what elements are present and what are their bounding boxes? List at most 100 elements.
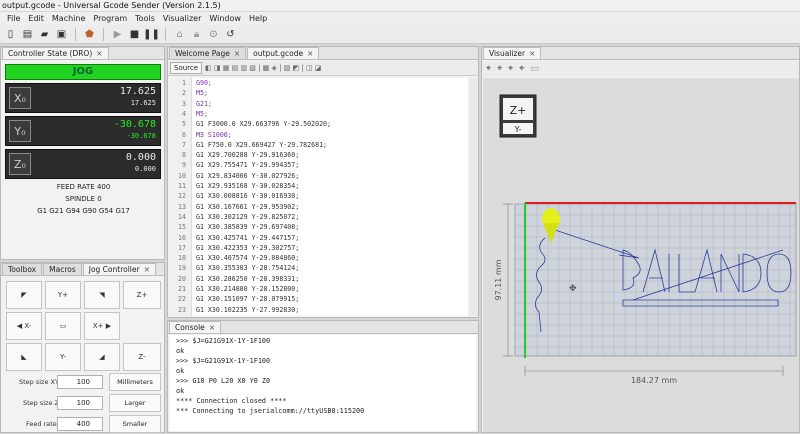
tab-output-gcode[interactable]: output.gcode × bbox=[247, 47, 320, 59]
tab-label: Console bbox=[175, 323, 205, 332]
code-area[interactable]: 1 G90; 2 M5; 3 G21; 4 M5; 5 G1 F3000.0 X29.663796… bbox=[168, 78, 468, 316]
jog-y-minus-button[interactable]: Y- bbox=[45, 343, 81, 371]
jog-x-minus-y-plus-button[interactable]: ◤ bbox=[6, 281, 42, 309]
feed-rate-input[interactable]: 400 bbox=[57, 417, 103, 431]
menu-edit[interactable]: Edit bbox=[24, 14, 48, 23]
jog-x-plus-button[interactable]: X+ ▶ bbox=[84, 312, 120, 340]
visualizer-canvas[interactable]: Z+ Y- ✥ 184.27 mm 97.11 mm bbox=[483, 78, 799, 432]
pause-icon[interactable]: ❚❚ bbox=[143, 28, 160, 41]
close-icon[interactable]: × bbox=[234, 49, 240, 58]
editor-tool-icons[interactable]: ◧ ◨ ▦ ▤ ▥ ▧ | ▩ ◈ | ▨ ◩ | ◫ ◪ bbox=[205, 64, 321, 72]
stop-icon[interactable]: ■ bbox=[128, 28, 141, 41]
toolbar-separator bbox=[103, 27, 104, 41]
jog-x-plus-y-plus-button[interactable]: ◥ bbox=[84, 281, 120, 309]
units-button[interactable]: Millimeters bbox=[109, 373, 161, 391]
gcode-state: G1 G21 G94 G90 G54 G17 bbox=[37, 207, 130, 215]
x-zero-button[interactable]: X₀ bbox=[9, 87, 31, 109]
line-number: 11 bbox=[178, 182, 186, 190]
line-number: 17 bbox=[178, 243, 186, 252]
menu-program[interactable]: Program bbox=[89, 14, 131, 23]
smaller-button[interactable]: Smaller bbox=[109, 415, 161, 433]
line-number: 2 bbox=[182, 89, 186, 98]
y-machine-position: -30.678 bbox=[126, 132, 156, 140]
controller-tabbar: Controller State (DRO) × bbox=[1, 47, 164, 60]
home-icon[interactable]: ⌂ bbox=[173, 28, 186, 41]
line-number: 12 bbox=[178, 192, 186, 201]
jog-center-button[interactable]: ▭ bbox=[45, 312, 81, 340]
z-zero-button[interactable]: Z₀ bbox=[9, 153, 31, 175]
x-plus-label: X+ bbox=[92, 322, 104, 330]
tab-visualizer[interactable]: Visualizer × bbox=[483, 47, 542, 59]
menu-machine[interactable]: Machine bbox=[48, 14, 90, 23]
view-iso-icon[interactable]: ⌖ bbox=[486, 64, 491, 74]
jog-y-plus-button[interactable]: Y+ bbox=[45, 281, 81, 309]
line-number: 3 bbox=[182, 99, 186, 108]
line-number: 23 bbox=[178, 305, 186, 314]
tab-console[interactable]: Console × bbox=[169, 321, 222, 333]
line-number: 8 bbox=[182, 151, 186, 160]
y-minus-label: Y- bbox=[60, 353, 66, 361]
larger-button[interactable]: Larger bbox=[109, 394, 161, 412]
console-line: ok bbox=[176, 387, 185, 395]
console-line: >>> G10 P0 L20 X0 Y0 Z0 bbox=[176, 377, 271, 385]
source-button[interactable]: Source bbox=[170, 62, 203, 74]
unlock-icon[interactable]: ⊙ bbox=[207, 28, 220, 41]
jog-x-minus-button[interactable]: ◀ X- bbox=[6, 312, 42, 340]
new-file-icon[interactable]: ▯ bbox=[4, 28, 17, 41]
reset-icon[interactable]: ↺ bbox=[224, 28, 237, 41]
width-dimension: 184.27 mm bbox=[524, 366, 784, 385]
lock-icon[interactable]: 🔒︎ bbox=[190, 28, 203, 41]
stop-sign-icon[interactable]: ⬟ bbox=[83, 28, 96, 41]
console-panel: Console × >>> $J=G21G91X-1Y-1F100 ok >>> … bbox=[167, 320, 479, 433]
menu-window[interactable]: Window bbox=[205, 14, 245, 23]
console-output[interactable]: >>> $J=G21G91X-1Y-1F100 ok >>> $J=G21G91… bbox=[170, 335, 476, 431]
close-icon[interactable]: × bbox=[144, 265, 150, 274]
tab-welcome-page[interactable]: Welcome Page × bbox=[169, 47, 247, 59]
play-icon[interactable]: ▶ bbox=[111, 28, 124, 41]
spindle-label: SPINDLE bbox=[65, 195, 95, 203]
tab-controller-state[interactable]: Controller State (DRO) × bbox=[2, 47, 109, 59]
menu-help[interactable]: Help bbox=[245, 14, 271, 23]
close-icon[interactable]: × bbox=[209, 323, 215, 332]
jog-tabbar: Toolbox Macros Jog Controller × bbox=[1, 263, 164, 276]
open-file-icon[interactable]: ▤ bbox=[21, 28, 34, 41]
step-xy-input[interactable]: 100 bbox=[57, 375, 103, 389]
navigation-cube[interactable]: Z+ Y- bbox=[499, 94, 537, 138]
z-work-position: 0.000 bbox=[125, 152, 156, 163]
editor-scrollbar[interactable] bbox=[469, 78, 478, 316]
menu-tools[interactable]: Tools bbox=[131, 14, 159, 23]
jog-z-plus-button[interactable]: Z+ bbox=[123, 281, 161, 309]
jog-x-minus-y-minus-button[interactable]: ◣ bbox=[6, 343, 42, 371]
menu-file[interactable]: File bbox=[3, 14, 24, 23]
close-icon[interactable]: × bbox=[529, 49, 535, 58]
jog-x-plus-y-minus-button[interactable]: ◢ bbox=[84, 343, 120, 371]
y-zero-button[interactable]: Y₀ bbox=[9, 120, 31, 142]
code-line: M3 S1000; bbox=[196, 130, 232, 139]
tab-macros[interactable]: Macros bbox=[43, 263, 82, 275]
z-machine-position: 0.000 bbox=[134, 165, 156, 173]
feed-rate-readout: FEED RATE 400 bbox=[1, 183, 166, 191]
tab-jog-controller[interactable]: Jog Controller × bbox=[82, 263, 156, 275]
view-left-icon[interactable]: ⌖ bbox=[508, 64, 513, 74]
line-number: 14 bbox=[178, 212, 186, 221]
jog-z-minus-button[interactable]: Z- bbox=[123, 343, 161, 371]
z-plus-label: Z+ bbox=[136, 291, 148, 299]
code-line: G1 X29.834006 Y-30.027926; bbox=[196, 171, 300, 180]
close-icon[interactable]: × bbox=[96, 49, 102, 58]
editor-toolbar: Source ◧ ◨ ▦ ▤ ▥ ▧ | ▩ ◈ | ▨ ◩ | ◫ ◪ bbox=[168, 61, 478, 76]
code-line: G1 X30.102235 Y-27.992830; bbox=[196, 305, 300, 314]
height-dimension: 97.11 mm bbox=[494, 203, 513, 357]
tab-toolbox[interactable]: Toolbox bbox=[2, 263, 43, 275]
feed-rate-value: 400 bbox=[96, 183, 111, 191]
main-toolbar: ▯ ▤ ▰ ▣ ⬟ ▶ ■ ❚❚ ⌂ 🔒︎ ⊙ ↺ bbox=[0, 25, 800, 44]
code-line: G1 X30.286250 Y-28.398331; bbox=[196, 274, 300, 283]
view-reset-icon[interactable]: ▭ bbox=[530, 64, 539, 74]
step-z-input[interactable]: 100 bbox=[57, 396, 103, 410]
save-icon[interactable]: ▣ bbox=[55, 28, 68, 41]
view-top-icon[interactable]: ⌖ bbox=[497, 64, 502, 74]
view-front-icon[interactable]: ⌖ bbox=[519, 64, 524, 74]
close-icon[interactable]: × bbox=[307, 49, 313, 58]
menu-visualizer[interactable]: Visualizer bbox=[159, 14, 206, 23]
open-folder-icon[interactable]: ▰ bbox=[38, 28, 51, 41]
spindle-readout: SPINDLE 0 bbox=[1, 195, 166, 203]
